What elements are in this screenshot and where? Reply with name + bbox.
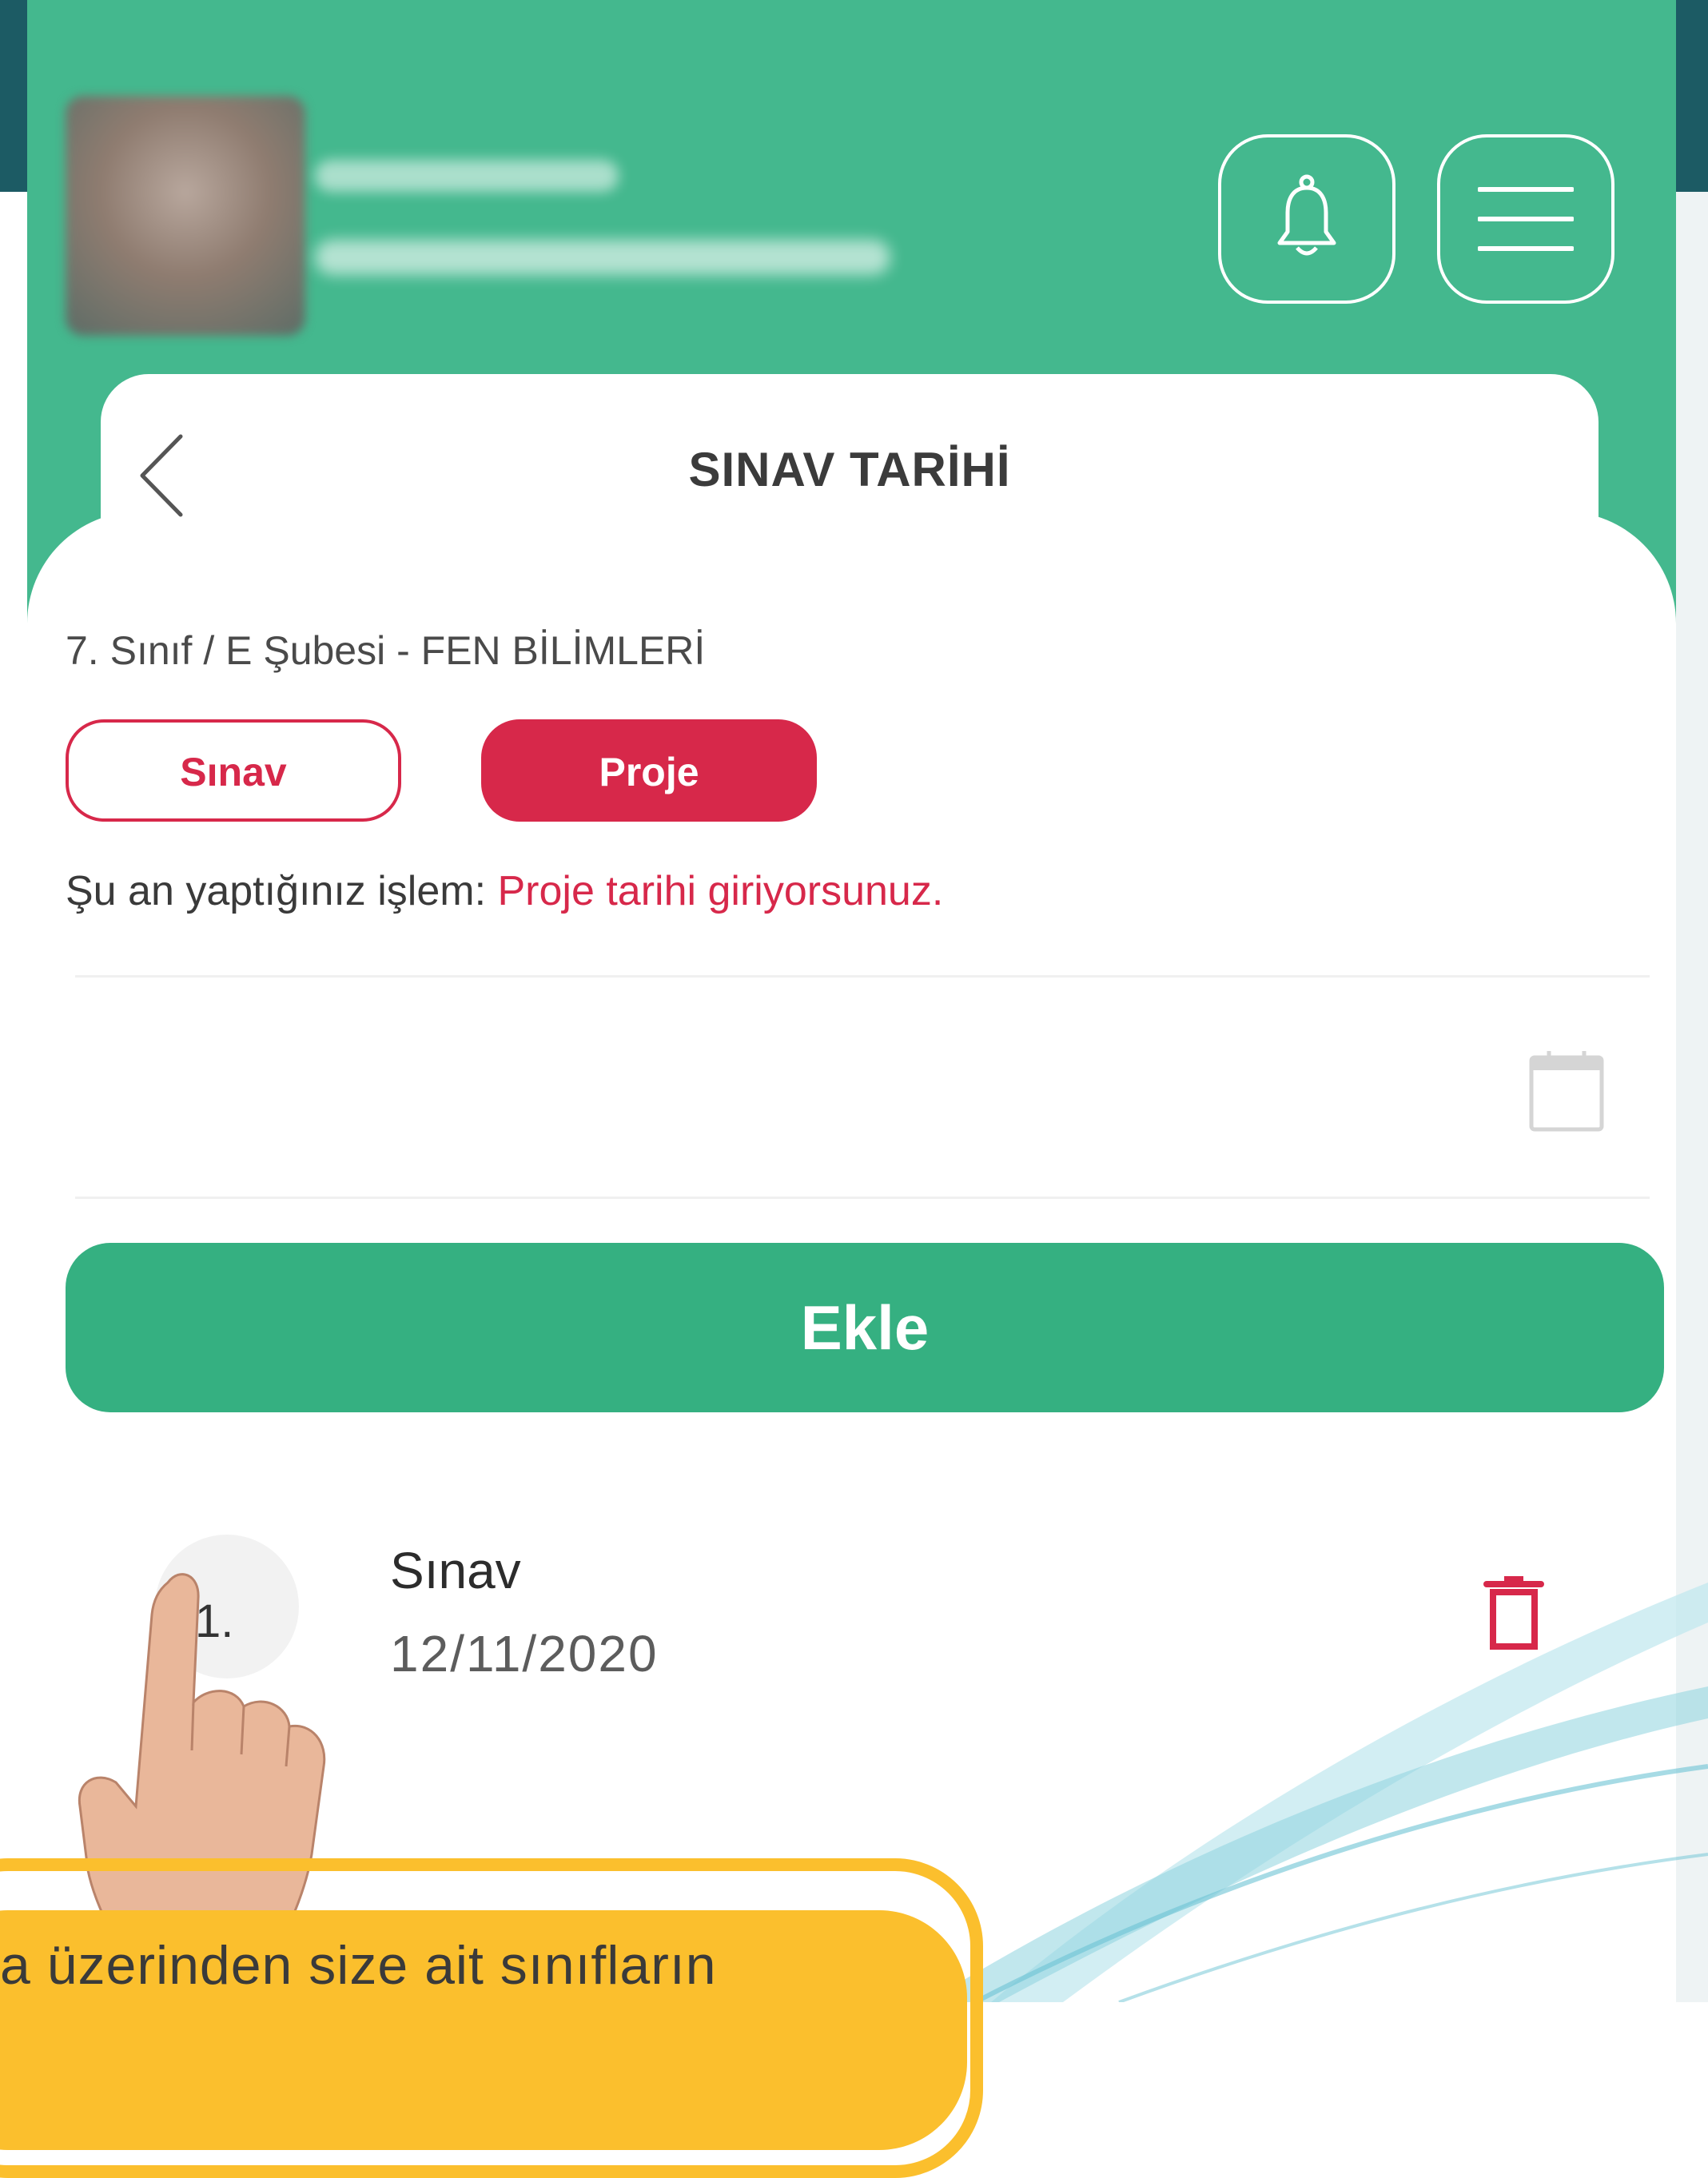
item-date: 12/11/2020	[390, 1625, 659, 1682]
status-prefix: Şu an yaptığınız işlem:	[66, 868, 498, 914]
status-text: Şu an yaptığınız işlem: Proje tarihi gir…	[66, 867, 943, 915]
tab-sinav[interactable]: Sınav	[66, 719, 401, 822]
notifications-button[interactable]	[1218, 134, 1395, 304]
user-school	[315, 240, 890, 275]
user-name	[315, 160, 619, 192]
title-bar: SINAV TARİHİ	[101, 374, 1599, 574]
class-label: 7. Sınıf / E Şubesi - FEN BİLİMLERİ	[66, 628, 706, 673]
bell-icon	[1277, 174, 1336, 256]
avatar[interactable]	[66, 96, 305, 336]
menu-icon	[1478, 187, 1574, 251]
decorative-swoosh	[927, 1583, 1708, 2002]
item-title: Sınav	[390, 1542, 521, 1599]
calendar-icon[interactable]	[1528, 1049, 1605, 1133]
menu-button[interactable]	[1437, 134, 1614, 304]
backdrop-right	[1676, 0, 1708, 192]
add-button[interactable]: Ekle	[66, 1243, 1664, 1412]
backdrop-left	[0, 0, 27, 192]
date-input[interactable]	[75, 975, 1650, 1199]
page-title: SINAV TARİHİ	[688, 443, 1011, 496]
caption-text: a üzerinden size ait sınıfların	[0, 1935, 717, 1996]
status-value: Proje tarihi giriyorsunuz.	[497, 868, 944, 914]
tab-proje[interactable]: Proje	[481, 719, 817, 822]
